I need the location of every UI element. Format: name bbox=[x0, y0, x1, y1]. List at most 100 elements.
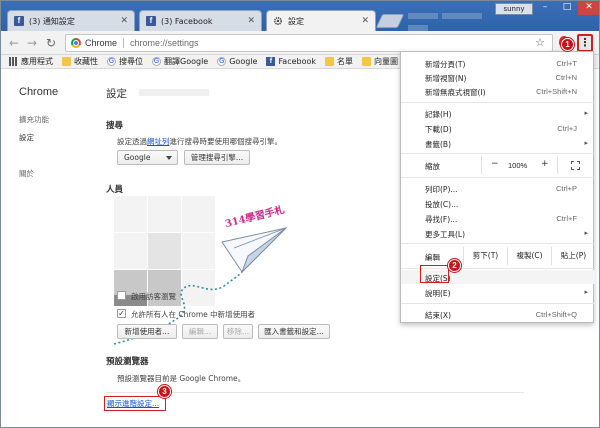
copy-button[interactable]: 複製(C) bbox=[507, 247, 551, 265]
allow-add-user-checkbox[interactable]: ✓ bbox=[117, 309, 126, 318]
default-browser-heading: 預設瀏覽器 bbox=[106, 357, 149, 367]
bookmark-folder[interactable]: 收藏性 bbox=[62, 56, 98, 67]
import-bookmarks-button[interactable]: 匯入書籤和設定... bbox=[258, 324, 330, 339]
minimize-button[interactable]: – bbox=[534, 1, 556, 15]
back-arrow-icon[interactable]: ← bbox=[7, 36, 21, 50]
menu-item-incognito[interactable]: 新增無痕式視窗(I) Ctrl+Shift+N bbox=[401, 84, 595, 98]
facebook-icon: f bbox=[14, 16, 24, 26]
manage-search-engines-button[interactable]: 管理搜尋引擎... bbox=[184, 150, 250, 165]
bookmark-label: 搜尋位 bbox=[119, 57, 143, 66]
fullscreen-icon[interactable] bbox=[571, 161, 580, 170]
folder-icon bbox=[362, 57, 372, 66]
menu-shortcut: Ctrl+Shift+Q bbox=[535, 310, 577, 319]
browser-window: f (3) 通知設定 ✕ f (3) Facebook ✕ 設定 ✕ sunny… bbox=[0, 0, 600, 428]
menu-label: 新增無痕式視窗(I) bbox=[425, 88, 486, 97]
maximize-button[interactable]: □ bbox=[556, 1, 578, 15]
menu-item-find[interactable]: 尋找(F)... Ctrl+F bbox=[401, 211, 595, 225]
divider bbox=[401, 303, 595, 304]
close-icon[interactable]: ✕ bbox=[361, 16, 369, 26]
show-advanced-settings-link[interactable]: 顯示進階設定... bbox=[107, 398, 159, 409]
menu-shortcut: Ctrl+P bbox=[555, 184, 577, 193]
chevron-right-icon: ▸ bbox=[584, 288, 588, 296]
menu-button[interactable]: ⋮ bbox=[577, 34, 593, 52]
search-engine-value: Google bbox=[124, 153, 151, 162]
bookmark-label: Facebook bbox=[278, 57, 317, 66]
edit-user-button[interactable]: 編輯... bbox=[182, 324, 218, 339]
menu-shortcut: Ctrl+Shift+N bbox=[536, 87, 577, 96]
bookmark-item[interactable]: G 翻譯Google bbox=[152, 56, 208, 67]
forward-arrow-icon[interactable]: → bbox=[25, 36, 39, 50]
bookmark-folder[interactable]: 向量圖 bbox=[362, 56, 398, 67]
sidebar-item-extensions[interactable]: 擴充功能 bbox=[19, 114, 49, 125]
search-settings-field bbox=[139, 89, 209, 96]
menu-label: 結束(X) bbox=[425, 311, 451, 320]
people-heading: 人員 bbox=[106, 185, 124, 195]
menu-shortcut: Ctrl+F bbox=[556, 214, 577, 223]
google-icon: G bbox=[107, 57, 116, 66]
omnibox-link[interactable]: 網址列 bbox=[147, 137, 170, 146]
menu-item-history[interactable]: 記錄(H) ▸ bbox=[401, 106, 595, 120]
menu-item-print[interactable]: 列印(P)... Ctrl+P bbox=[401, 181, 595, 195]
highlight-box bbox=[420, 265, 449, 283]
menu-label: 新增視窗(N) bbox=[425, 74, 467, 83]
search-engine-select[interactable]: Google bbox=[117, 150, 178, 165]
bookmark-folder[interactable]: 名單 bbox=[325, 56, 353, 67]
menu-item-help[interactable]: 說明(E) ▸ bbox=[401, 285, 595, 299]
bookmark-apps[interactable]: 應用程式 bbox=[9, 56, 53, 67]
menu-item-edit: 編輯 剪下(T) 複製(C) 貼上(P) bbox=[401, 247, 595, 265]
step-marker-2: 2 bbox=[448, 259, 461, 272]
sidebar-title: Chrome bbox=[19, 86, 59, 98]
menu-item-more-tools[interactable]: 更多工具(L) ▸ bbox=[401, 226, 595, 240]
close-icon[interactable]: ✕ bbox=[247, 16, 255, 26]
add-user-button[interactable]: 新增使用者... bbox=[117, 324, 177, 339]
tab-facebook[interactable]: f (3) Facebook ✕ bbox=[139, 10, 262, 31]
search-description: 設定透過網址列進行搜尋時要使用哪個搜尋引擎。 bbox=[117, 136, 282, 147]
cut-button[interactable]: 剪下(T) bbox=[463, 247, 507, 265]
menu-item-bookmarks[interactable]: 書籤(B) ▸ bbox=[401, 136, 595, 150]
guest-browsing-checkbox[interactable] bbox=[117, 291, 126, 300]
tab-notifications[interactable]: f (3) 通知設定 ✕ bbox=[7, 10, 135, 31]
menu-label: 編輯 bbox=[425, 253, 440, 262]
divider bbox=[401, 153, 595, 154]
menu-item-downloads[interactable]: 下載(D) Ctrl+J bbox=[401, 121, 595, 135]
tab-label: (3) Facebook bbox=[161, 16, 213, 26]
google-icon: G bbox=[217, 57, 227, 66]
menu-item-new-tab[interactable]: 新增分頁(T) Ctrl+T bbox=[401, 56, 595, 70]
guest-browsing-label: 啟用訪客瀏覽 bbox=[131, 292, 176, 301]
address-bar[interactable]: Chrome chrome://settings ☆ bbox=[65, 34, 553, 52]
paste-button[interactable]: 貼上(P) bbox=[551, 247, 595, 265]
sidebar-item-settings[interactable]: 設定 bbox=[19, 132, 34, 143]
tab-label: (3) 通知設定 bbox=[29, 16, 75, 26]
star-icon[interactable]: ☆ bbox=[535, 36, 545, 49]
bookmark-label: 名單 bbox=[337, 57, 354, 66]
tab-settings[interactable]: 設定 ✕ bbox=[266, 10, 376, 31]
bookmark-item[interactable]: G 搜尋位 bbox=[107, 56, 143, 67]
menu-label: 新增分頁(T) bbox=[425, 60, 466, 69]
menu-item-new-window[interactable]: 新增視窗(N) Ctrl+N bbox=[401, 70, 595, 84]
folder-icon bbox=[62, 57, 71, 66]
step-marker-1: 1 bbox=[561, 38, 574, 51]
menu-item-exit[interactable]: 結束(X) Ctrl+Shift+Q bbox=[401, 307, 595, 321]
reload-icon[interactable]: ↻ bbox=[44, 36, 58, 50]
chevron-down-icon bbox=[166, 156, 172, 160]
zoom-level: 100% bbox=[508, 161, 528, 170]
divider bbox=[401, 177, 595, 178]
user-profile-button[interactable]: sunny bbox=[495, 3, 533, 15]
close-icon[interactable]: ✕ bbox=[120, 16, 128, 26]
tab-bar: f (3) 通知設定 ✕ f (3) Facebook ✕ 設定 ✕ sunny… bbox=[1, 1, 599, 31]
menu-label: 記錄(H) bbox=[425, 110, 452, 119]
new-tab-button[interactable] bbox=[375, 14, 405, 28]
zoom-out-button[interactable]: − bbox=[491, 159, 499, 169]
menu-label: 尋找(F)... bbox=[425, 215, 458, 224]
sidebar-item-about[interactable]: 關於 bbox=[19, 168, 34, 179]
bookmark-item[interactable]: f Facebook bbox=[266, 57, 316, 66]
bookmark-item[interactable]: G Google bbox=[217, 57, 257, 66]
close-window-button[interactable]: ✕ bbox=[578, 1, 599, 15]
url-text: chrome://settings bbox=[130, 38, 199, 48]
folder-icon bbox=[325, 57, 335, 66]
remove-user-button[interactable]: 移除... bbox=[223, 324, 253, 339]
step-marker-3: 3 bbox=[158, 385, 171, 398]
bookmark-label: 應用程式 bbox=[21, 57, 53, 66]
zoom-in-button[interactable]: + bbox=[541, 159, 549, 169]
menu-item-cast[interactable]: 投放(C)... bbox=[401, 196, 595, 210]
